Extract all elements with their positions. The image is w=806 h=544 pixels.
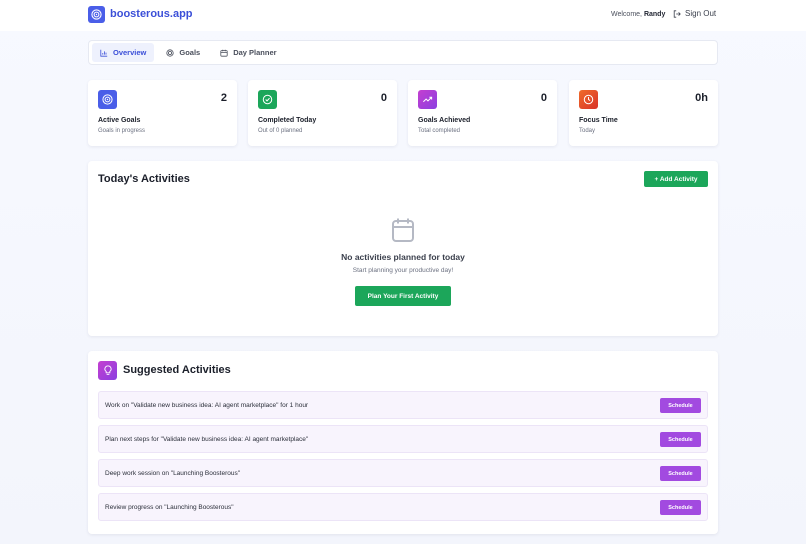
calendar-icon	[220, 49, 228, 57]
stat-card-goals-achieved: 0 Goals Achieved Total completed	[408, 80, 557, 146]
suggestion-row: Deep work session on "Launching Boostero…	[98, 459, 708, 487]
empty-state-subtitle: Start planning your productive day!	[352, 267, 454, 274]
todays-activities-panel: Today's Activities + Add Activity No act…	[88, 161, 718, 336]
tab-day-planner-label: Day Planner	[233, 48, 277, 57]
target-icon	[98, 90, 117, 109]
target-icon	[166, 48, 174, 57]
stat-subtitle: Out of 0 planned	[258, 128, 303, 134]
suggested-activities-panel: Suggested Activities Work on "Validate n…	[88, 351, 718, 534]
sign-out-label: Sign Out	[685, 9, 717, 18]
schedule-button[interactable]: Schedule	[660, 398, 701, 413]
tab-day-planner[interactable]: Day Planner	[212, 43, 284, 62]
plan-first-activity-button[interactable]: Plan Your First Activity	[355, 286, 451, 306]
stat-title: Focus Time	[579, 117, 618, 124]
stat-title: Goals Achieved	[418, 117, 471, 124]
suggestion-text: Deep work session on "Launching Boostero…	[105, 470, 241, 477]
empty-state-title: No activities planned for today	[341, 252, 465, 262]
stat-value: 0h	[695, 92, 708, 104]
sign-out-button[interactable]: Sign Out	[673, 9, 716, 18]
stat-subtitle: Today	[579, 128, 596, 134]
welcome-prefix: Welcome,	[611, 11, 642, 18]
stat-value: 0	[380, 92, 387, 104]
suggestion-row: Review progress on "Launching Boosterous…	[98, 493, 708, 521]
app-name[interactable]: boosterous.app	[110, 8, 193, 20]
panel-title: Suggested Activities	[123, 364, 231, 376]
check-circle-icon	[258, 90, 277, 109]
welcome-text: Welcome, Randy	[611, 11, 665, 18]
schedule-button[interactable]: Schedule	[660, 500, 701, 515]
sign-out-icon	[673, 9, 681, 18]
tab-bar: Overview Goals Day Planner	[88, 40, 718, 65]
suggestion-row: Work on "Validate new business idea: AI …	[98, 391, 708, 419]
suggestion-text: Work on "Validate new business idea: AI …	[105, 402, 309, 409]
bar-chart-icon	[100, 49, 108, 57]
tab-overview-label: Overview	[113, 48, 147, 57]
stat-card-active-goals: 2 Active Goals Goals in progress	[88, 80, 237, 146]
lightbulb-icon	[98, 361, 117, 380]
calendar-icon	[391, 217, 415, 248]
suggestion-text: Review progress on "Launching Boosterous…	[105, 504, 234, 511]
trending-up-icon	[418, 90, 437, 109]
stat-subtitle: Goals in progress	[98, 128, 146, 134]
stat-card-completed-today: 0 Completed Today Out of 0 planned	[248, 80, 397, 146]
stat-title: Active Goals	[98, 117, 141, 124]
stat-title: Completed Today	[258, 117, 317, 124]
stat-card-focus-time: 0h Focus Time Today	[569, 80, 718, 146]
tab-goals-label: Goals	[179, 48, 201, 57]
suggestion-text: Plan next steps for "Validate new busine…	[105, 436, 309, 443]
schedule-button[interactable]: Schedule	[660, 466, 701, 481]
tab-goals[interactable]: Goals	[158, 43, 208, 62]
clock-icon	[579, 90, 598, 109]
stat-value: 2	[220, 92, 227, 104]
stat-subtitle: Total completed	[418, 128, 461, 134]
add-activity-button[interactable]: + Add Activity	[644, 171, 708, 187]
stat-value: 0	[540, 92, 547, 104]
suggestion-row: Plan next steps for "Validate new busine…	[98, 425, 708, 453]
schedule-button[interactable]: Schedule	[660, 432, 701, 447]
tab-overview[interactable]: Overview	[92, 43, 155, 62]
top-bar: boosterous.app Welcome, Randy Sign Out	[0, 0, 806, 31]
logo-icon[interactable]	[88, 6, 105, 23]
panel-title: Today's Activities	[98, 173, 190, 185]
user-name: Randy	[643, 11, 666, 18]
